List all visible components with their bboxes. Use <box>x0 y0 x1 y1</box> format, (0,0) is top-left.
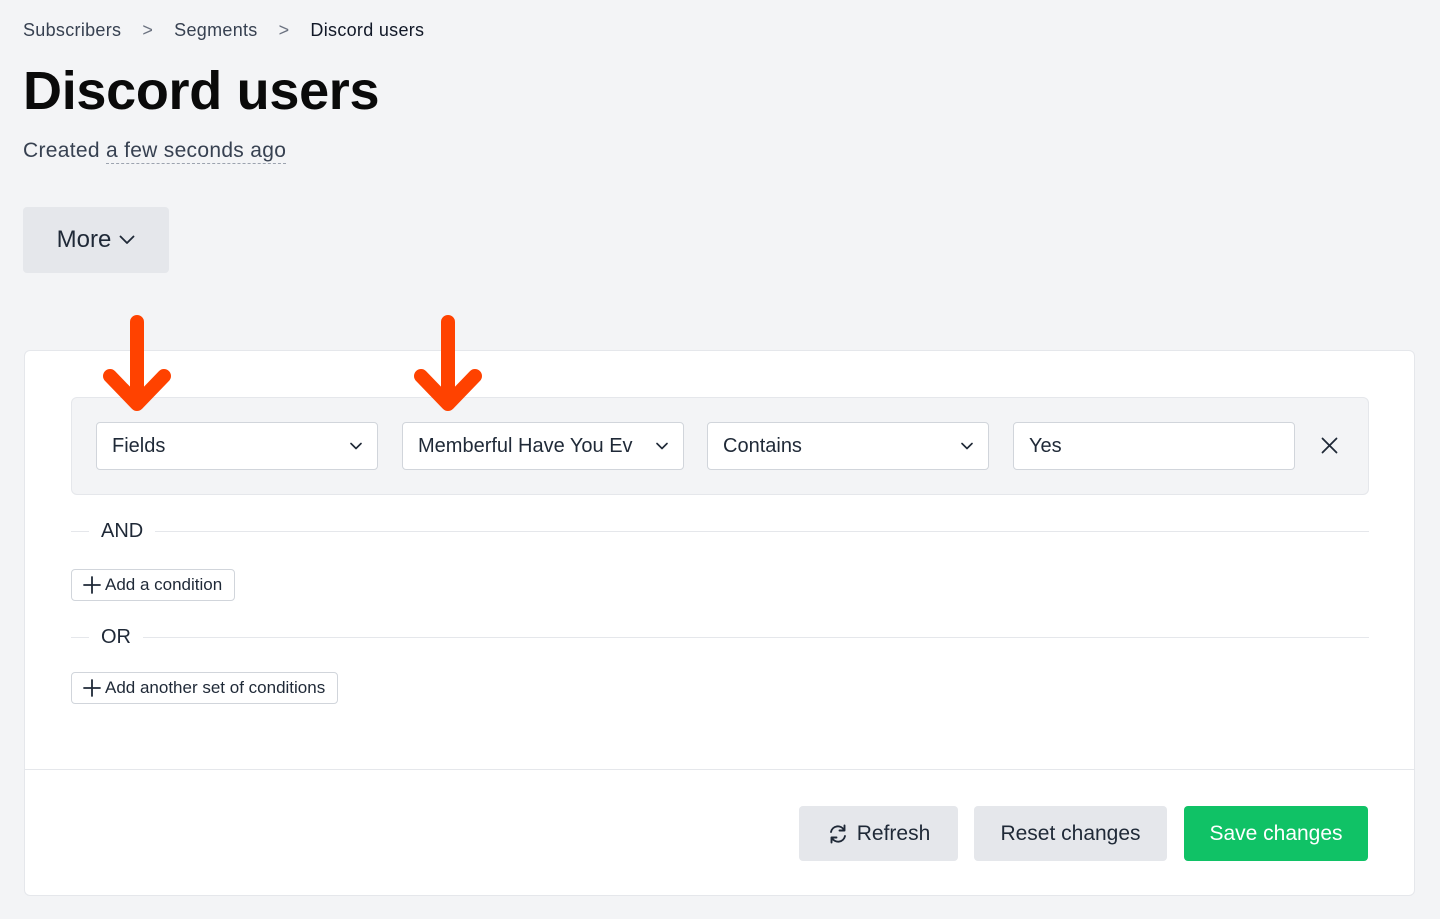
remove-condition-button[interactable] <box>1316 432 1342 458</box>
plus-icon <box>83 679 101 697</box>
add-condition-label: Add a condition <box>105 575 223 594</box>
add-condition-set-button[interactable]: Add another set of conditions <box>71 672 339 704</box>
card-footer-divider <box>25 769 1414 770</box>
close-icon <box>1321 437 1337 453</box>
breadcrumb-current: Discord users <box>310 20 425 40</box>
refresh-icon <box>829 824 846 843</box>
refresh-button[interactable]: Refresh <box>799 806 958 861</box>
reset-changes-button[interactable]: Reset changes <box>974 806 1167 861</box>
and-label: AND <box>101 519 144 542</box>
annotation-arrow-down-icon <box>103 315 171 411</box>
divider-line <box>155 530 1369 532</box>
add-condition-button[interactable]: Add a condition <box>71 569 236 601</box>
chevron-down-icon <box>961 442 973 450</box>
breadcrumb-subscribers[interactable]: Subscribers <box>23 20 121 41</box>
breadcrumb: Subscribers > Segments > Discord users <box>23 20 424 41</box>
condition-type-value: Fields <box>112 434 166 457</box>
breadcrumb-segments[interactable]: Segments <box>174 20 257 41</box>
condition-field-select[interactable]: Memberful Have You Ev <box>402 422 684 470</box>
condition-value-input[interactable]: Yes <box>1013 422 1295 470</box>
more-button[interactable]: More <box>23 207 169 273</box>
divider-line <box>143 636 1369 638</box>
plus-icon <box>83 576 101 594</box>
or-divider: OR <box>71 625 1369 649</box>
condition-type-select[interactable]: Fields <box>96 422 378 470</box>
annotation-arrow-down-icon <box>414 315 482 411</box>
condition-operator-select[interactable]: Contains <box>707 422 989 470</box>
page-title: Discord users <box>23 61 380 121</box>
created-prefix: Created <box>23 139 100 162</box>
divider-line <box>71 530 89 532</box>
refresh-label: Refresh <box>856 821 931 845</box>
created-time: a few seconds ago <box>105 139 287 164</box>
and-divider: AND <box>71 519 1369 543</box>
chevron-right-icon: > <box>278 20 290 40</box>
divider-line <box>71 636 89 638</box>
chevron-right-icon: > <box>142 20 154 40</box>
chevron-down-icon <box>350 442 362 450</box>
or-label: OR <box>101 625 131 648</box>
more-button-label: More <box>56 226 112 253</box>
save-changes-button[interactable]: Save changes <box>1184 806 1368 861</box>
condition-field-value: Memberful Have You Ev <box>418 434 633 457</box>
chevron-down-icon <box>119 235 135 244</box>
condition-group: Fields Memberful Have You Ev Contains Ye… <box>71 397 1369 495</box>
created-info: Created a few seconds ago <box>23 139 287 164</box>
condition-operator-value: Contains <box>723 434 802 457</box>
add-condition-set-label: Add another set of conditions <box>105 678 326 697</box>
chevron-down-icon <box>656 442 668 450</box>
segment-conditions-card: Fields Memberful Have You Ev Contains Ye… <box>24 350 1415 896</box>
